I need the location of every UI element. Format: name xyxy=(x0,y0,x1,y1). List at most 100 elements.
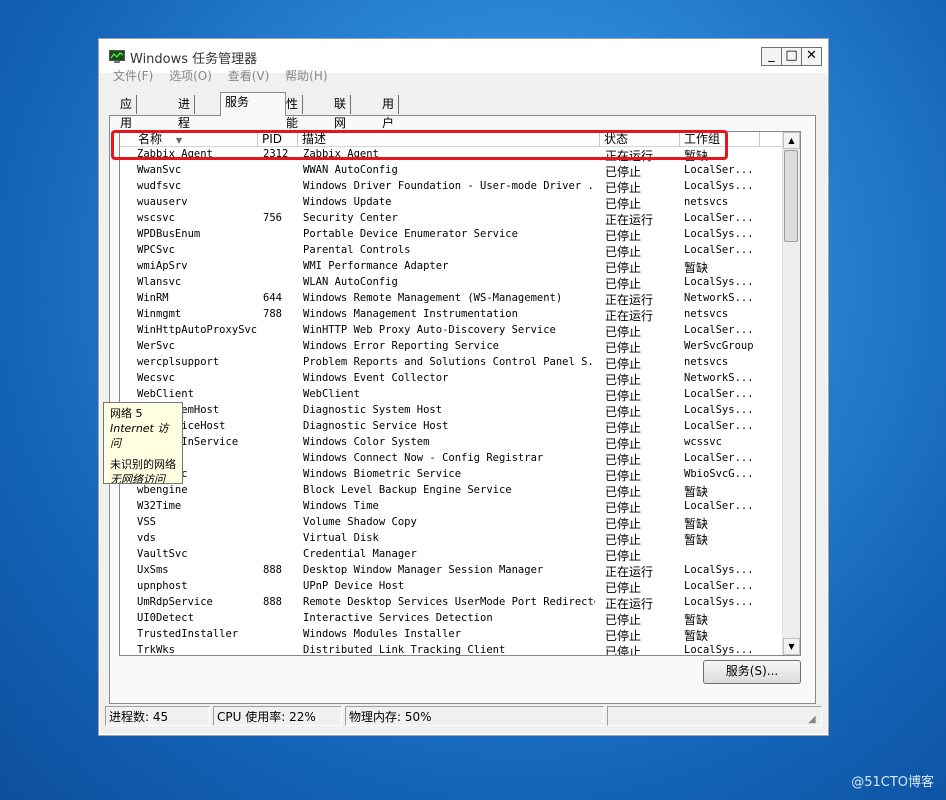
cell-status: 已停止 xyxy=(605,341,642,355)
table-row[interactable]: UxSms 888 Desktop Window Manager Session M… xyxy=(120,563,782,579)
sort-descending-icon: ▼ xyxy=(175,136,182,145)
table-row[interactable]: UmRdpService 888 Remote Desktop Services U… xyxy=(120,595,782,611)
column-header-name[interactable]: 名称 ▼ xyxy=(134,132,258,146)
cell-status: 已停止 xyxy=(605,389,642,403)
table-row[interactable]: WPCSvc Parental Controls 已停止 LocalSer... xyxy=(120,243,782,259)
table-row[interactable]: WdiServiceHostDiagnostic Service Host已停止… xyxy=(120,419,782,435)
services-button[interactable]: 服务(S)... xyxy=(703,660,801,684)
table-row[interactable]: Winmgmt 788 Windows Management Instrumenta… xyxy=(120,307,782,323)
cell-status: 正在运行 xyxy=(605,293,654,307)
column-header-group[interactable]: 工作组 xyxy=(680,132,760,146)
table-row[interactable]: Zabbix Agent 2312 Zabbix Agent 正在运行 暂缺 xyxy=(120,147,782,163)
column-header-pid[interactable]: PID xyxy=(258,132,298,146)
cell-status: 已停止 xyxy=(605,261,642,275)
cell-description: Windows Remote Management (WS-Management… xyxy=(303,292,563,304)
cell-status: 已停止 xyxy=(605,245,642,259)
scroll-up-icon[interactable]: ▲ xyxy=(783,132,800,149)
menu-view[interactable]: 查看(V) xyxy=(228,67,270,84)
menu-help[interactable]: 帮助(H) xyxy=(285,67,327,84)
column-header-description[interactable]: 描述 xyxy=(298,132,600,146)
services-list[interactable]: 名称 ▼ PID 描述 状态 工作组 Zabbix Agent 2312 Zabbi… xyxy=(119,131,801,656)
cell-name: wuauserv xyxy=(137,196,188,208)
tab-users[interactable]: 用户 xyxy=(378,95,400,130)
close-button[interactable]: ✕ xyxy=(801,47,822,66)
table-row[interactable]: wercplsupport Problem Reports and Solutio… xyxy=(120,355,782,371)
minimize-button[interactable]: _ xyxy=(761,47,782,66)
table-row[interactable]: upnphost UPnP Device Host 已停止 LocalSer... xyxy=(120,579,782,595)
table-row[interactable]: UI0Detect Interactive Services Detection 已… xyxy=(120,611,782,627)
cell-status: 已停止 xyxy=(605,357,642,371)
cell-name: W32Time xyxy=(137,500,182,512)
table-row[interactable]: WwanSvc WWAN AutoConfig 已停止 LocalSer... xyxy=(120,163,782,179)
table-row[interactable]: VSS Volume Shadow Copy 已停止 暂缺 xyxy=(120,515,782,531)
cell-description: Windows Driver Foundation - User-mode Dr… xyxy=(303,180,595,192)
resize-grip-icon[interactable]: ◢ xyxy=(808,714,820,726)
table-row[interactable]: TrustedInstaller Windows Modules Installe… xyxy=(120,627,782,643)
task-manager-window: Windows 任务管理器 _ □ ✕ 文件(F) 选项(O) 查看(V) 帮助… xyxy=(98,38,829,736)
table-row[interactable]: wscsvc 756 Security Center 正在运行 LocalSer... xyxy=(120,211,782,227)
cell-description: WebClient xyxy=(303,388,360,400)
status-empty-pane xyxy=(607,706,822,726)
status-bar: 进程数: 45 CPU 使用率: 22% 物理内存: 50% ◢ xyxy=(105,706,822,728)
table-row[interactable]: WcsPlugInService Windows Color System 已停止 w… xyxy=(120,435,782,451)
cell-name: wercplsupport xyxy=(137,356,220,368)
cell-name: TrkWks xyxy=(137,644,175,656)
cell-name: TrustedInstaller xyxy=(137,628,239,640)
table-row[interactable]: WbioSrvcWindows Biometric Service已停止Wbio… xyxy=(120,467,782,483)
cell-status: 已停止 xyxy=(605,485,642,499)
table-row[interactable]: TrkWks Distributed Link Tracking Client 已停… xyxy=(120,643,782,656)
cell-group: LocalSer... xyxy=(684,324,754,336)
cell-description: Windows Connect Now - Config Registrar xyxy=(303,452,544,464)
table-row[interactable]: wcncsvcWindows Connect Now - Config Regi… xyxy=(120,451,782,467)
cell-description: Windows Biometric Service xyxy=(303,468,462,480)
cell-description: Parental Controls xyxy=(303,244,411,256)
cell-status: 已停止 xyxy=(605,469,642,483)
table-row[interactable]: WinHttpAutoProxySvc WinHTTP Web Proxy Aut… xyxy=(120,323,782,339)
cell-status: 已停止 xyxy=(605,197,642,211)
column-header-status[interactable]: 状态 xyxy=(600,132,680,146)
scroll-thumb[interactable] xyxy=(784,150,798,242)
cell-description: Windows Time xyxy=(303,500,379,512)
table-row[interactable]: wudfsvc Windows Driver Foundation - User-… xyxy=(120,179,782,195)
table-row[interactable]: W32Time Windows Time 已停止 LocalSer... xyxy=(120,499,782,515)
cell-pid: 888 xyxy=(263,564,282,576)
table-row[interactable]: wmiApSrv WMI Performance Adapter 已停止 暂缺 xyxy=(120,259,782,275)
task-manager-icon xyxy=(109,50,125,63)
table-row[interactable]: VaultSvc Credential Manager 已停止 xyxy=(120,547,782,563)
tab-networking[interactable]: 联网 xyxy=(330,95,352,130)
menu-options[interactable]: 选项(O) xyxy=(169,67,212,84)
cell-description: Diagnostic System Host xyxy=(303,404,443,416)
list-header: 名称 ▼ PID 描述 状态 工作组 xyxy=(120,132,782,147)
scroll-down-icon[interactable]: ▼ xyxy=(783,638,800,655)
table-row[interactable]: Wecsvc Windows Event Collector 已停止 NetworkS… xyxy=(120,371,782,387)
vertical-scrollbar[interactable]: ▲ ▼ xyxy=(782,132,800,655)
cell-status: 已停止 xyxy=(605,453,642,467)
window-title: Windows 任务管理器 xyxy=(130,52,258,67)
cell-status: 已停止 xyxy=(605,501,642,515)
cell-description: Windows Modules Installer xyxy=(303,628,462,640)
cell-group: LocalSer... xyxy=(684,212,754,224)
cell-group: wcssvc xyxy=(684,436,722,448)
table-row[interactable]: WinRM 644 Windows Remote Management (WS-Ma… xyxy=(120,291,782,307)
tab-services[interactable]: 服务 xyxy=(220,92,286,116)
tab-applications[interactable]: 应用程序 xyxy=(116,95,138,168)
cell-description: WinHTTP Web Proxy Auto-Discovery Service xyxy=(303,324,556,336)
cell-group: NetworkS... xyxy=(684,372,754,384)
table-row[interactable]: Wlansvc WLAN AutoConfig 已停止 LocalSys... xyxy=(120,275,782,291)
table-row[interactable]: WdiSystemHostDiagnostic System Host已停止Lo… xyxy=(120,403,782,419)
menu-file[interactable]: 文件(F) xyxy=(113,67,153,84)
cell-group: 暂缺 xyxy=(684,533,709,547)
cell-status: 已停止 xyxy=(605,421,642,435)
cell-description: Block Level Backup Engine Service xyxy=(303,484,512,496)
table-row[interactable]: wuauserv Windows Update 已停止 netsvcs xyxy=(120,195,782,211)
cell-name: Winmgmt xyxy=(137,308,182,320)
tab-processes[interactable]: 进程 xyxy=(174,95,196,130)
maximize-button[interactable]: □ xyxy=(781,47,802,66)
cell-status: 已停止 xyxy=(605,581,642,595)
cell-description: Windows Error Reporting Service xyxy=(303,340,499,352)
table-row[interactable]: wbengine Block Level Backup Engine Servic… xyxy=(120,483,782,499)
table-row[interactable]: WerSvc Windows Error Reporting Service 已停止… xyxy=(120,339,782,355)
table-row[interactable]: WPDBusEnum Portable Device Enumerator Ser… xyxy=(120,227,782,243)
table-row[interactable]: WebClient WebClient 已停止 LocalSer... xyxy=(120,387,782,403)
table-row[interactable]: vds Virtual Disk 已停止 暂缺 xyxy=(120,531,782,547)
